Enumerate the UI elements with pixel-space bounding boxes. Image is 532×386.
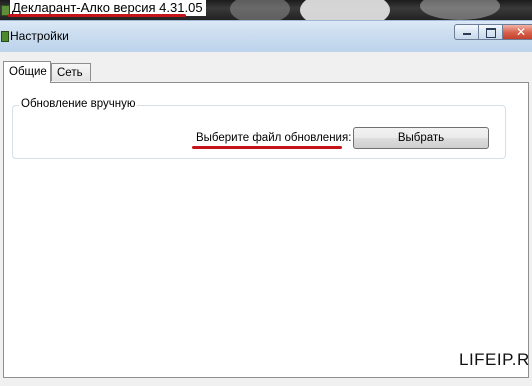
window-title: Настройки bbox=[10, 29, 69, 43]
tab-panel-general: Обновление вручную Выберите файл обновле… bbox=[3, 82, 529, 378]
red-highlight-underline bbox=[192, 146, 342, 149]
manual-update-group: Обновление вручную Выберите файл обновле… bbox=[12, 98, 506, 159]
tab-general[interactable]: Общие bbox=[3, 61, 51, 83]
background-app-titlebar: Декларант-Алко версия 4.31.05 bbox=[0, 0, 532, 20]
choose-file-button[interactable]: Выбрать bbox=[353, 127, 489, 149]
window-icon bbox=[1, 31, 9, 42]
close-icon: ✕ bbox=[516, 25, 527, 39]
background-decoration bbox=[230, 0, 290, 20]
minimize-icon bbox=[463, 33, 471, 35]
watermark: LIFEIP.R bbox=[459, 350, 530, 369]
background-decoration bbox=[420, 0, 500, 20]
background-decoration bbox=[300, 0, 390, 20]
maximize-icon bbox=[486, 28, 496, 38]
window-titlebar[interactable]: Настройки ✕ bbox=[0, 20, 532, 53]
group-caption: Обновление вручную bbox=[19, 98, 138, 110]
minimize-button[interactable] bbox=[454, 24, 478, 40]
window-client-area: Общие Сеть Обновление вручную Выберите ф… bbox=[0, 52, 532, 386]
choose-file-label: Выберите файл обновления: bbox=[196, 132, 352, 144]
caption-buttons: ✕ bbox=[454, 24, 532, 40]
tab-network[interactable]: Сеть bbox=[51, 63, 91, 81]
settings-window: Настройки ✕ Общие Сеть Обновление вручну… bbox=[0, 20, 532, 386]
red-highlight-underline bbox=[8, 14, 186, 17]
close-button[interactable]: ✕ bbox=[502, 24, 532, 40]
maximize-button[interactable] bbox=[478, 24, 502, 40]
